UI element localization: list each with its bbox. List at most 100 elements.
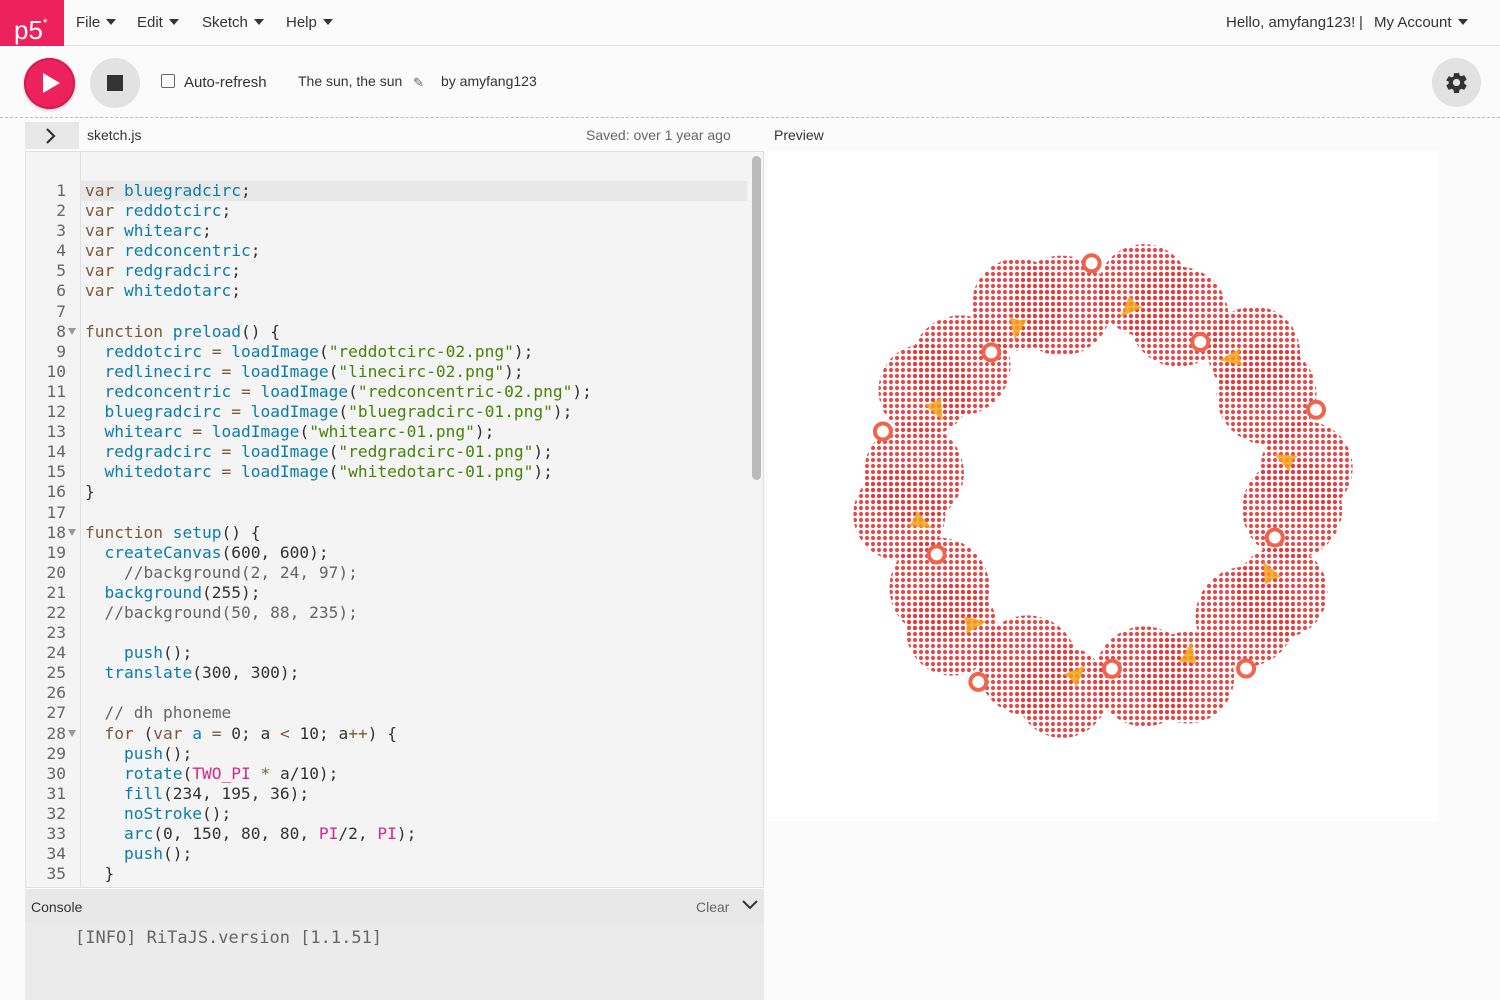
menu-my-account[interactable]: My Account bbox=[1374, 0, 1468, 46]
menu-edit[interactable]: Edit bbox=[137, 0, 179, 46]
code-text: function preload() { bbox=[85, 321, 280, 341]
auto-refresh-checkbox[interactable] bbox=[161, 74, 175, 88]
line-number: 31 bbox=[46, 783, 67, 803]
code-line[interactable]: 16} bbox=[26, 482, 746, 502]
line-number: 13 bbox=[46, 422, 67, 442]
code-line[interactable]: 6 var whitedotarc; bbox=[26, 281, 746, 301]
code-text: push(); bbox=[123, 743, 193, 763]
fold-arrow-icon[interactable] bbox=[68, 528, 76, 536]
code-text: var redgradcirc; bbox=[85, 261, 241, 281]
code-line[interactable]: 13 whitearc = loadImage("whitearc-01.png… bbox=[26, 422, 746, 442]
preview-label: Preview bbox=[774, 127, 824, 143]
code-line[interactable]: 29 push(); bbox=[26, 744, 746, 764]
code-line[interactable]: 19 createCanvas(600, 600); bbox=[26, 543, 746, 563]
marker-ring bbox=[1081, 253, 1102, 274]
code-line[interactable]: 25 translate(300, 300); bbox=[26, 663, 746, 683]
pencil-icon[interactable]: ✎ bbox=[413, 75, 424, 91]
code-line[interactable]: 17 bbox=[26, 503, 746, 523]
code-text: bluegradcirc = loadImage("bluegradcirc-0… bbox=[104, 402, 573, 422]
code-line[interactable]: 8 function preload() { bbox=[26, 322, 746, 342]
chevron-down-icon bbox=[322, 19, 333, 25]
code-line[interactable]: 34 push(); bbox=[26, 844, 746, 864]
menu-sketch[interactable]: Sketch bbox=[202, 0, 264, 46]
code-line[interactable]: 30 rotate(TWO_PI * a/10); bbox=[26, 764, 746, 784]
code-line[interactable]: 2 var reddotcirc; bbox=[26, 201, 746, 221]
console-clear-button[interactable]: Clear bbox=[696, 899, 729, 915]
code-line[interactable]: 31 fill(234, 195, 36); bbox=[26, 784, 746, 804]
line-number: 16 bbox=[46, 482, 67, 502]
sketch-title[interactable]: The sun, the sun bbox=[298, 73, 402, 89]
marker-ring bbox=[926, 544, 947, 565]
code-editor[interactable]: 1 var bluegradcirc; 2 var reddotcirc; 3 var w… bbox=[25, 151, 764, 888]
code-line[interactable]: 21 background(255); bbox=[26, 583, 746, 603]
line-number: 20 bbox=[46, 562, 67, 582]
fold-arrow-icon[interactable] bbox=[68, 327, 76, 335]
code-line[interactable]: 18 function setup() { bbox=[26, 523, 746, 543]
top-nav: p5* File Edit Sketch Help Hello, amyfang… bbox=[0, 0, 1500, 46]
menu-help-label: Help bbox=[286, 14, 317, 31]
code-line[interactable]: 33 arc(0, 150, 80, 80, PI/2, PI); bbox=[26, 824, 746, 844]
line-number: 34 bbox=[46, 844, 67, 864]
line-number: 12 bbox=[46, 402, 67, 422]
chevron-down-icon bbox=[253, 19, 264, 25]
fold-arrow-icon[interactable] bbox=[68, 729, 76, 737]
toolbar-divider bbox=[0, 117, 1500, 118]
code-line[interactable]: 24 push(); bbox=[26, 643, 746, 663]
line-number: 26 bbox=[46, 683, 67, 703]
menu-file-label: File bbox=[76, 14, 101, 31]
code-line[interactable]: 5 var redgradcirc; bbox=[26, 261, 746, 281]
menu-edit-label: Edit bbox=[137, 14, 163, 31]
code-line[interactable]: 23 bbox=[26, 623, 746, 643]
code-text: } bbox=[85, 482, 95, 502]
code-line[interactable]: 12 bluegradcirc = loadImage("bluegradcir… bbox=[26, 402, 746, 422]
code-line[interactable]: 10 redlinecirc = loadImage("linecirc-02.… bbox=[26, 362, 746, 382]
line-number: 17 bbox=[46, 502, 67, 522]
auto-refresh-label[interactable]: Auto-refresh bbox=[184, 74, 267, 91]
code-text: redlinecirc = loadImage("linecirc-02.png… bbox=[104, 361, 524, 381]
line-number: 7 bbox=[56, 301, 66, 321]
sketch-author[interactable]: by amyfang123 bbox=[441, 73, 537, 89]
marker-ring bbox=[981, 342, 1002, 363]
code-line[interactable]: 7 bbox=[26, 302, 746, 322]
code-line[interactable]: 20 //background(2, 24, 97); bbox=[26, 563, 746, 583]
line-number: 30 bbox=[46, 763, 67, 783]
code-line[interactable]: 32 noStroke(); bbox=[26, 804, 746, 824]
code-line[interactable]: 35 } bbox=[26, 864, 746, 884]
code-line[interactable]: 3 var whitearc; bbox=[26, 221, 746, 241]
code-line[interactable]: 22 //background(50, 88, 235); bbox=[26, 603, 746, 623]
settings-button[interactable] bbox=[1432, 58, 1481, 107]
line-number: 9 bbox=[56, 341, 66, 361]
code-text: var whitearc; bbox=[85, 221, 212, 241]
code-line[interactable]: 14 redgradcirc = loadImage("redgradcirc-… bbox=[26, 442, 746, 462]
code-lines[interactable]: 1 var bluegradcirc; 2 var reddotcirc; 3 var w… bbox=[26, 181, 746, 884]
preview-canvas[interactable] bbox=[768, 151, 1438, 821]
code-line[interactable]: 9 reddotcirc = loadImage("reddotcirc-02.… bbox=[26, 342, 746, 362]
code-line[interactable]: 27 // dh phoneme bbox=[26, 703, 746, 723]
menu-help[interactable]: Help bbox=[286, 0, 333, 46]
console-title: Console bbox=[31, 899, 83, 915]
code-line[interactable]: 26 bbox=[26, 683, 746, 703]
line-number: 10 bbox=[46, 361, 67, 381]
stop-button[interactable] bbox=[90, 58, 140, 108]
marker-ring bbox=[1236, 658, 1257, 679]
code-line[interactable]: 1 var bluegradcirc; bbox=[26, 181, 746, 201]
menu-sketch-label: Sketch bbox=[202, 14, 248, 31]
chevron-right-icon bbox=[46, 128, 56, 144]
p5-logo[interactable]: p5* bbox=[0, 0, 64, 46]
play-button[interactable] bbox=[24, 58, 75, 109]
menu-file[interactable]: File bbox=[76, 0, 117, 46]
marker-ring bbox=[1190, 331, 1211, 352]
code-text: noStroke(); bbox=[123, 803, 232, 823]
code-text: var bluegradcirc; bbox=[85, 181, 251, 200]
code-line[interactable]: 11 redconcentric = loadImage("redconcent… bbox=[26, 382, 746, 402]
code-line[interactable]: 15 whitedotarc = loadImage("whitedotarc-… bbox=[26, 462, 746, 482]
sidebar-toggle-button[interactable] bbox=[25, 122, 79, 149]
line-number: 28 bbox=[46, 723, 67, 743]
editor-scrollbar[interactable] bbox=[752, 156, 761, 480]
code-line[interactable]: 4 var redconcentric; bbox=[26, 241, 746, 261]
chevron-down-icon[interactable] bbox=[742, 899, 758, 911]
code-line[interactable]: 28 for (var a = 0; a < 10; a++) { bbox=[26, 724, 746, 744]
file-tab-name[interactable]: sketch.js bbox=[87, 127, 141, 143]
chevron-down-icon bbox=[106, 19, 117, 25]
code-text: var redconcentric; bbox=[85, 241, 261, 261]
